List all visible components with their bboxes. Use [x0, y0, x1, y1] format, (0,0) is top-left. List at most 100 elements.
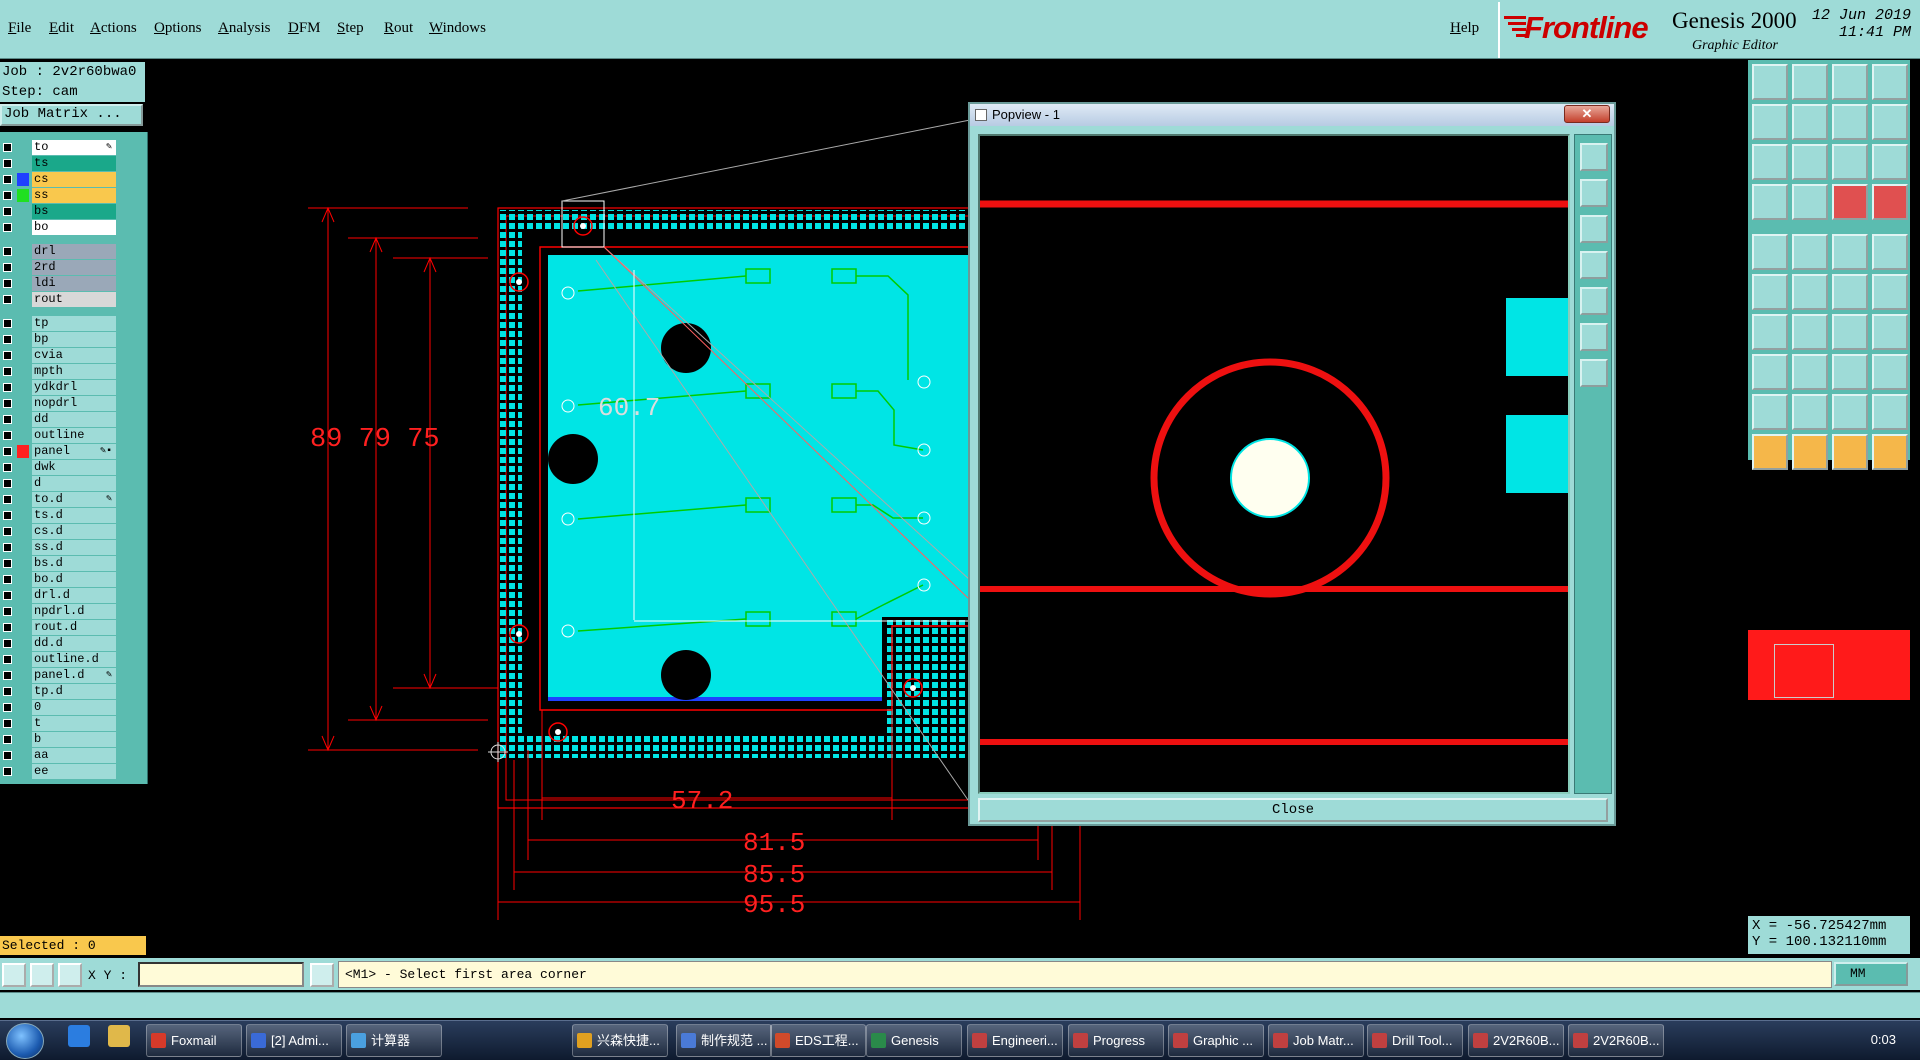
layer-row-rout-d[interactable]: rout.d: [0, 620, 118, 635]
menu-help[interactable]: Help: [1450, 20, 1479, 37]
layer-checkbox[interactable]: [3, 575, 12, 584]
layer-row-bo-d[interactable]: bo.d: [0, 572, 118, 587]
layer-checkbox[interactable]: [3, 143, 12, 152]
layer-name[interactable]: aa: [32, 748, 116, 763]
layer-row-t[interactable]: t: [0, 716, 118, 731]
connect-icon[interactable]: [1752, 274, 1788, 310]
popview-tool-fit-icon[interactable]: [1580, 143, 1608, 171]
layer-row-rout[interactable]: rout: [0, 292, 118, 307]
one-to-one-icon[interactable]: [1832, 144, 1868, 180]
layer-name[interactable]: dd: [32, 412, 116, 427]
layer-checkbox[interactable]: [3, 719, 12, 728]
copy-icon[interactable]: [1872, 354, 1908, 390]
layer-row-0[interactable]: 0: [0, 700, 118, 715]
menu-analysis[interactable]: Analysis: [218, 20, 271, 37]
popview-tool-right-icon[interactable]: [1580, 287, 1608, 315]
taskbar-item[interactable]: Progress: [1068, 1024, 1164, 1057]
rotate-icon[interactable]: [1832, 314, 1868, 350]
layer-checkbox[interactable]: [3, 623, 12, 632]
menu-options[interactable]: Options: [154, 20, 202, 37]
popview-tool-zoom-out-icon[interactable]: [1580, 359, 1608, 387]
layer-checkbox[interactable]: [3, 687, 12, 696]
layer-checkbox[interactable]: [3, 495, 12, 504]
mirror-icon[interactable]: [1872, 314, 1908, 350]
cross-icon[interactable]: [1792, 274, 1828, 310]
layer-row-panel[interactable]: panel ✎▪: [0, 444, 118, 459]
layer-name[interactable]: outline: [32, 428, 116, 443]
measure-icon[interactable]: [1752, 184, 1788, 220]
taskbar-item[interactable]: Job Matr...: [1268, 1024, 1364, 1057]
layer-name[interactable]: b: [32, 732, 116, 747]
menu-rout[interactable]: Rout: [384, 20, 413, 37]
layer-row-npdrl-d[interactable]: npdrl.d: [0, 604, 118, 619]
layer-checkbox[interactable]: [3, 279, 12, 288]
layer-name[interactable]: bs.d: [32, 556, 116, 571]
layer-name[interactable]: bo: [32, 220, 116, 235]
menu-dfm[interactable]: DFM: [288, 20, 321, 37]
menu-file[interactable]: File: [8, 20, 31, 37]
layer-checkbox[interactable]: [3, 607, 12, 616]
layer-checkbox[interactable]: [3, 247, 12, 256]
layer-checkbox[interactable]: [3, 159, 12, 168]
scale-icon[interactable]: [1832, 354, 1868, 390]
layer-checkbox[interactable]: [3, 367, 12, 376]
layer-checkbox[interactable]: [3, 223, 12, 232]
layer-name[interactable]: dd.d: [32, 636, 116, 651]
layer-row-d[interactable]: d: [0, 476, 118, 491]
layer-name[interactable]: cs: [32, 172, 116, 187]
taskbar-item[interactable]: Foxmail: [146, 1024, 242, 1057]
menu-windows[interactable]: Windows: [429, 20, 486, 37]
draw-line-icon[interactable]: [1792, 234, 1828, 270]
layer-checkbox[interactable]: [3, 591, 12, 600]
layer-checkbox[interactable]: [3, 511, 12, 520]
net-toggle-icon[interactable]: [1872, 184, 1908, 220]
layer-row-outline-d[interactable]: outline.d: [0, 652, 118, 667]
popview-close-button[interactable]: Close: [978, 798, 1608, 822]
layer-row-bp[interactable]: bp: [0, 332, 118, 347]
mini-map[interactable]: [1748, 630, 1910, 700]
layer-checkbox[interactable]: [3, 671, 12, 680]
select-icon[interactable]: [1792, 434, 1828, 470]
arc-d-icon[interactable]: [1872, 394, 1908, 430]
layer-row-bs-d[interactable]: bs.d: [0, 556, 118, 571]
taskbar-item[interactable]: Genesis: [866, 1024, 962, 1057]
layer-name[interactable]: cvia: [32, 348, 116, 363]
layer-name[interactable]: bs: [32, 204, 116, 219]
pan-right-icon[interactable]: [1792, 104, 1828, 140]
layer-row-ss-d[interactable]: ss.d: [0, 540, 118, 555]
layer-checkbox[interactable]: [3, 559, 12, 568]
panel-view-icon[interactable]: [1872, 64, 1908, 100]
layer-checkbox[interactable]: [3, 655, 12, 664]
job-matrix-button[interactable]: Job Matrix ...: [0, 104, 143, 126]
angle-icon[interactable]: [1752, 314, 1788, 350]
layer-checkbox[interactable]: [3, 207, 12, 216]
layer-name[interactable]: npdrl.d: [32, 604, 116, 619]
home-icon[interactable]: [1832, 64, 1868, 100]
layer-row-drl[interactable]: drl: [0, 244, 118, 259]
layer-row-dd-d[interactable]: dd.d: [0, 636, 118, 651]
layer-row-outline[interactable]: outline: [0, 428, 118, 443]
taskbar-item[interactable]: [2] Admi...: [246, 1024, 342, 1057]
folder-icon[interactable]: [108, 1025, 130, 1047]
layer-checkbox[interactable]: [3, 319, 12, 328]
menu-step[interactable]: Step: [337, 20, 364, 37]
layer-checkbox[interactable]: [3, 431, 12, 440]
layer-name[interactable]: to ✎: [32, 140, 116, 155]
popview-tool-up-icon[interactable]: [1580, 179, 1608, 207]
layer-row-cs-d[interactable]: cs.d: [0, 524, 118, 539]
grid-icon[interactable]: [58, 963, 82, 987]
arc-b-icon[interactable]: [1792, 394, 1828, 430]
pan-left-icon[interactable]: [1752, 104, 1788, 140]
layer-row-ee[interactable]: ee: [0, 764, 118, 779]
layer-row-dwk[interactable]: dwk: [0, 460, 118, 475]
popview-tool-left-icon[interactable]: [1580, 251, 1608, 279]
layer-row-to-d[interactable]: to.d ✎: [0, 492, 118, 507]
taskbar-item[interactable]: Engineeri...: [967, 1024, 1063, 1057]
layer-name[interactable]: ss: [32, 188, 116, 203]
menu-actions[interactable]: Actions: [90, 20, 137, 37]
layer-row-drl-d[interactable]: drl.d: [0, 588, 118, 603]
layer-name[interactable]: panel ✎▪: [32, 444, 116, 459]
fit-all-icon[interactable]: [1752, 144, 1788, 180]
pointer-icon[interactable]: [1752, 434, 1788, 470]
layer-name[interactable]: ldi: [32, 276, 116, 291]
